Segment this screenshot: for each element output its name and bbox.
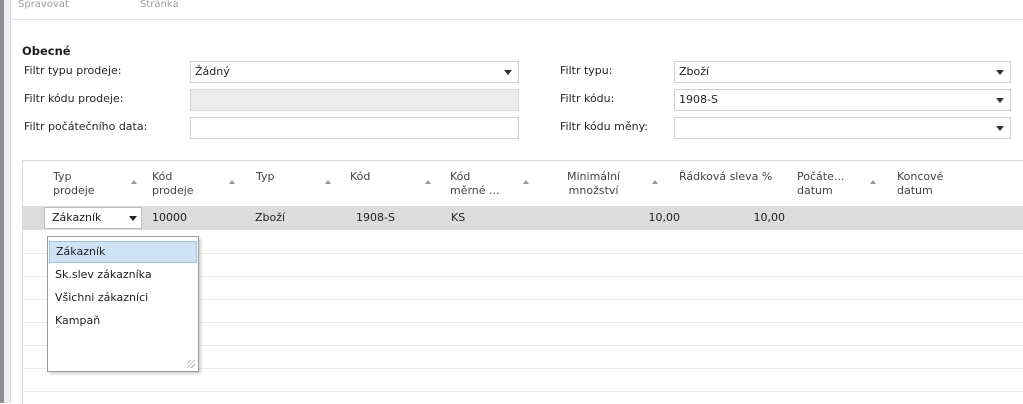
chevron-down-icon[interactable] <box>996 98 1004 103</box>
chevron-down-icon[interactable] <box>996 70 1004 75</box>
column-header-line1: Minimální <box>567 170 621 183</box>
sort-arrow-icon <box>325 180 331 184</box>
dropdown-option-customer-discount-group[interactable]: Sk.slev zákazníka <box>49 264 197 286</box>
sort-arrow-icon <box>870 180 876 184</box>
column-header-line2: množství <box>568 184 619 197</box>
chevron-down-icon[interactable] <box>996 126 1004 131</box>
chevron-down-icon[interactable] <box>129 216 137 221</box>
column-header-line1: Řádková sleva % <box>679 170 773 183</box>
column-header-unit-of-measure[interactable]: Kód měrné ... <box>450 170 500 198</box>
dropdown-option-campaign[interactable]: Kampaň <box>49 310 197 332</box>
sales-code-filter-label: Filtr kódu prodeje: <box>24 92 124 105</box>
sales-type-filter-label: Filtr typu prodeje: <box>24 64 122 77</box>
sort-arrow-icon <box>425 180 431 184</box>
column-header-line2: prodeje <box>53 184 95 197</box>
column-header-sales-code[interactable]: Kód prodeje <box>152 170 194 198</box>
sort-arrow-icon <box>652 180 658 184</box>
column-header-line1: Počáte... <box>797 170 845 183</box>
column-header-line1: Koncové <box>897 170 944 183</box>
sales-code-filter-input <box>190 89 519 111</box>
sort-arrow-icon <box>229 180 235 184</box>
code-filter-select[interactable]: 1908-S <box>674 89 1011 111</box>
section-title-general[interactable]: Obecné <box>22 44 71 58</box>
dropdown-option-all-customers[interactable]: Všichni zákazníci <box>49 287 197 309</box>
column-header-end-date[interactable]: Koncové datum <box>897 170 943 198</box>
column-header-sales-type[interactable]: Typ prodeje <box>53 170 95 198</box>
start-date-filter-label: Filtr počátečního data: <box>24 120 148 133</box>
cell-line-discount[interactable]: 10,00 <box>705 206 786 230</box>
type-filter-select[interactable]: Zboží <box>674 61 1011 83</box>
cell-type[interactable]: Zboží <box>255 206 285 230</box>
menu-manage[interactable]: Spravovat <box>18 0 69 14</box>
column-header-line1: Typ <box>53 170 72 183</box>
code-filter-label: Filtr kódu: <box>560 92 615 105</box>
column-header-line2: měrné ... <box>450 184 500 197</box>
column-header-line1: Kód <box>152 170 173 183</box>
currency-filter-select[interactable] <box>674 117 1011 139</box>
sales-type-dropdown-list[interactable]: Zákazník Sk.slev zákazníka Všichni zákaz… <box>47 236 199 372</box>
cell-code[interactable]: 1908-S <box>356 206 395 230</box>
currency-filter-label: Filtr kódu měny: <box>560 120 648 133</box>
column-header-line-discount[interactable]: Řádková sleva % <box>679 170 772 184</box>
column-header-line2: prodeje <box>152 184 194 197</box>
column-header-type[interactable]: Typ <box>256 170 275 184</box>
menu-page[interactable]: Stránka <box>140 0 179 14</box>
sales-type-filter-value: Žádný <box>195 65 230 78</box>
code-filter-value: 1908-S <box>679 93 718 106</box>
start-date-filter-input[interactable] <box>190 117 519 139</box>
column-header-code[interactable]: Kód <box>350 170 370 184</box>
column-header-line1: Kód <box>350 170 371 183</box>
cell-sales-code[interactable]: 10000 <box>152 206 187 230</box>
dropdown-option-customer[interactable]: Zákazník <box>49 241 197 263</box>
column-header-line2: datum <box>897 184 933 197</box>
column-header-line2: datum <box>797 184 833 197</box>
resize-grip-icon[interactable] <box>187 360 195 368</box>
cell-sales-type[interactable]: Zákazník <box>52 206 101 230</box>
cell-minimum-quantity[interactable]: 10,00 <box>600 206 681 230</box>
column-header-line1: Typ <box>256 170 275 183</box>
chevron-down-icon[interactable] <box>504 70 512 75</box>
column-header-start-date[interactable]: Počáte... datum <box>797 170 844 198</box>
row-divider <box>23 391 1023 392</box>
sort-arrow-icon <box>131 180 137 184</box>
cell-unit-of-measure[interactable]: KS <box>451 206 465 230</box>
sales-type-filter-select[interactable]: Žádný <box>190 61 519 83</box>
ribbon-divider <box>11 19 1023 20</box>
type-filter-label: Filtr typu: <box>560 64 613 77</box>
column-header-minimum-quantity[interactable]: Minimální množství <box>567 170 620 198</box>
window-left-panel-edge <box>4 0 11 403</box>
type-filter-value: Zboží <box>679 65 710 78</box>
sort-arrow-icon <box>523 180 529 184</box>
column-header-line1: Kód <box>450 170 471 183</box>
